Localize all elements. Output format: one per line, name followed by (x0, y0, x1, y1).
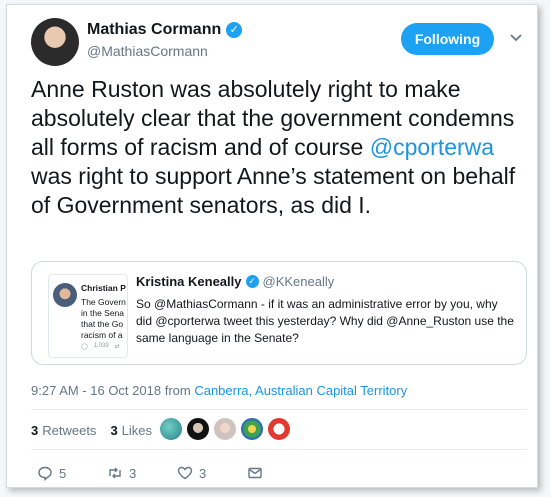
following-button[interactable]: Following (401, 23, 494, 55)
author-handle[interactable]: @MathiasCormann (87, 43, 208, 59)
retweet-icon (109, 467, 121, 479)
verified-badge-icon: ✓ (226, 22, 243, 38)
liker-avatar[interactable] (240, 417, 264, 441)
heart-icon (177, 466, 193, 480)
thumbnail-line: in the Sena (81, 308, 125, 318)
liker-avatar[interactable] (159, 417, 183, 441)
quoted-author-name[interactable]: Kristina Keneally (136, 274, 242, 289)
direct-message-button[interactable] (247, 465, 317, 481)
thumbnail-text: The Govern in the Sena that the Go racis… (81, 297, 126, 341)
reply-icon (38, 466, 52, 481)
verified-badge-icon: ✓ (245, 275, 259, 288)
likes-label: Likes (121, 423, 153, 438)
divider (31, 409, 527, 410)
divider (31, 449, 527, 450)
author-name-row: Mathias Cormann ✓ (87, 21, 243, 39)
liker-avatar[interactable] (186, 417, 210, 441)
thumbnail-author: Christian P (81, 283, 126, 293)
like-count: 3 (199, 465, 207, 481)
author-name[interactable]: Mathias Cormann (87, 21, 221, 39)
thumbnail-line: that the Go (81, 319, 124, 329)
chevron-down-icon[interactable] (509, 31, 523, 45)
reply-count: 5 (59, 465, 67, 481)
from-label: from (164, 383, 191, 398)
tweet-text-part-2: was right to support Anne’s statement on… (31, 163, 516, 218)
retweets-label: Retweets (42, 423, 97, 438)
thumbnail-avatar (53, 283, 77, 307)
likes-stat[interactable]: 3 Likes (110, 423, 152, 438)
quoted-text: So @MathiasCormann - if it was an admini… (136, 297, 514, 345)
thumbnail-retweet-icon: ⇄ (114, 344, 120, 350)
like-button[interactable]: 3 (177, 465, 247, 481)
reply-button[interactable]: 5 (37, 465, 107, 481)
envelope-icon (248, 467, 262, 479)
retweet-button[interactable]: 3 (107, 465, 177, 481)
mention-link[interactable]: @cporterwa (370, 134, 494, 160)
retweets-stat[interactable]: 3 Retweets (31, 423, 96, 438)
likers-avatars (159, 417, 291, 441)
thumbnail-meta: ◯ 1,039 ⇄ (81, 343, 120, 350)
liker-avatar[interactable] (267, 417, 291, 441)
retweets-count: 3 (31, 423, 39, 438)
location-link[interactable]: Canberra, Australian Capital Territory (194, 383, 407, 398)
tweet-time[interactable]: 9:27 AM - 16 Oct 2018 (31, 383, 161, 398)
quoted-media-thumbnail[interactable]: Christian P The Govern in the Sena that … (48, 274, 128, 358)
likes-count: 3 (110, 423, 118, 438)
avatar[interactable] (31, 18, 79, 66)
thumbnail-count: 1,039 (93, 343, 109, 349)
engagement-stats: 3 Retweets 3 Likes (31, 423, 166, 438)
quoted-header: Kristina Keneally ✓ @KKeneally (136, 274, 334, 289)
quoted-author-handle[interactable]: @KKeneally (263, 274, 335, 289)
tweet-timestamp-row: 9:27 AM - 16 Oct 2018 from Canberra, Aus… (31, 383, 407, 398)
retweet-count: 3 (129, 465, 137, 481)
tweet-actions: 5 3 3 (37, 465, 317, 481)
liker-avatar[interactable] (213, 417, 237, 441)
tweet-text: Anne Ruston was absolutely right to make… (31, 75, 531, 220)
thumbnail-line: racism of a (81, 330, 123, 340)
tweet-card: Mathias Cormann ✓ @MathiasCormann Follow… (6, 4, 538, 488)
quoted-tweet[interactable]: Christian P The Govern in the Sena that … (31, 261, 527, 365)
thumbnail-reply-icon: ◯ (81, 344, 88, 350)
thumbnail-line: The Govern (81, 297, 126, 307)
